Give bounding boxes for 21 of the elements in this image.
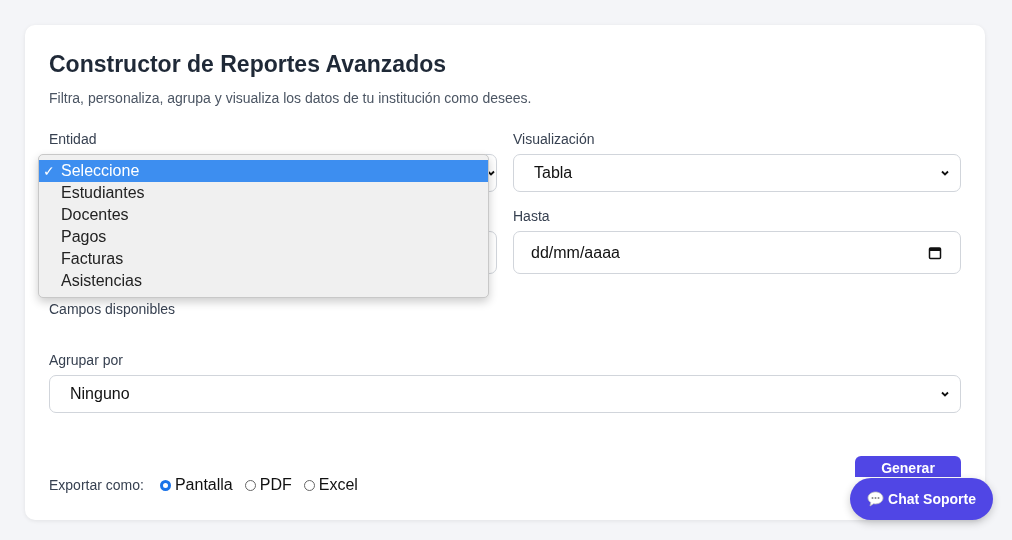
dropdown-option[interactable]: Facturas	[39, 248, 488, 270]
field-label: Visualización	[513, 131, 596, 147]
export-radio[interactable]: PDF	[244, 476, 292, 494]
export-label: Exportar como:	[49, 477, 144, 493]
dropdown-option[interactable]: Docentes	[39, 204, 488, 226]
page-title: Constructor de Reportes Avanzados	[49, 51, 448, 78]
dropdown-option[interactable]: Estudiantes	[39, 182, 488, 204]
generate-button[interactable]: Generar	[855, 456, 961, 477]
chat-support-button[interactable]: Chat Soporte	[850, 478, 993, 520]
page-subtitle: Filtra, personaliza, agrupa y visualiza los datos de tu institución como desees.	[49, 90, 533, 106]
field-label: Agrupar por	[49, 352, 124, 368]
export-radio[interactable]: Pantalla	[159, 476, 233, 494]
dropdown-option[interactable]: Asistencias	[39, 270, 488, 292]
visualization-select[interactable]: Tabla	[513, 154, 961, 192]
dropdown-option[interactable]: Pagos	[39, 226, 488, 248]
group-by-select[interactable]: Ninguno	[49, 375, 961, 413]
field-label: Hasta	[513, 208, 551, 224]
field-label: Entidad	[49, 131, 98, 147]
export-radio[interactable]: Excel	[303, 476, 358, 494]
date-field[interactable]: dd/mm/aaaa	[513, 231, 961, 274]
section-label: Campos disponibles	[49, 301, 177, 317]
